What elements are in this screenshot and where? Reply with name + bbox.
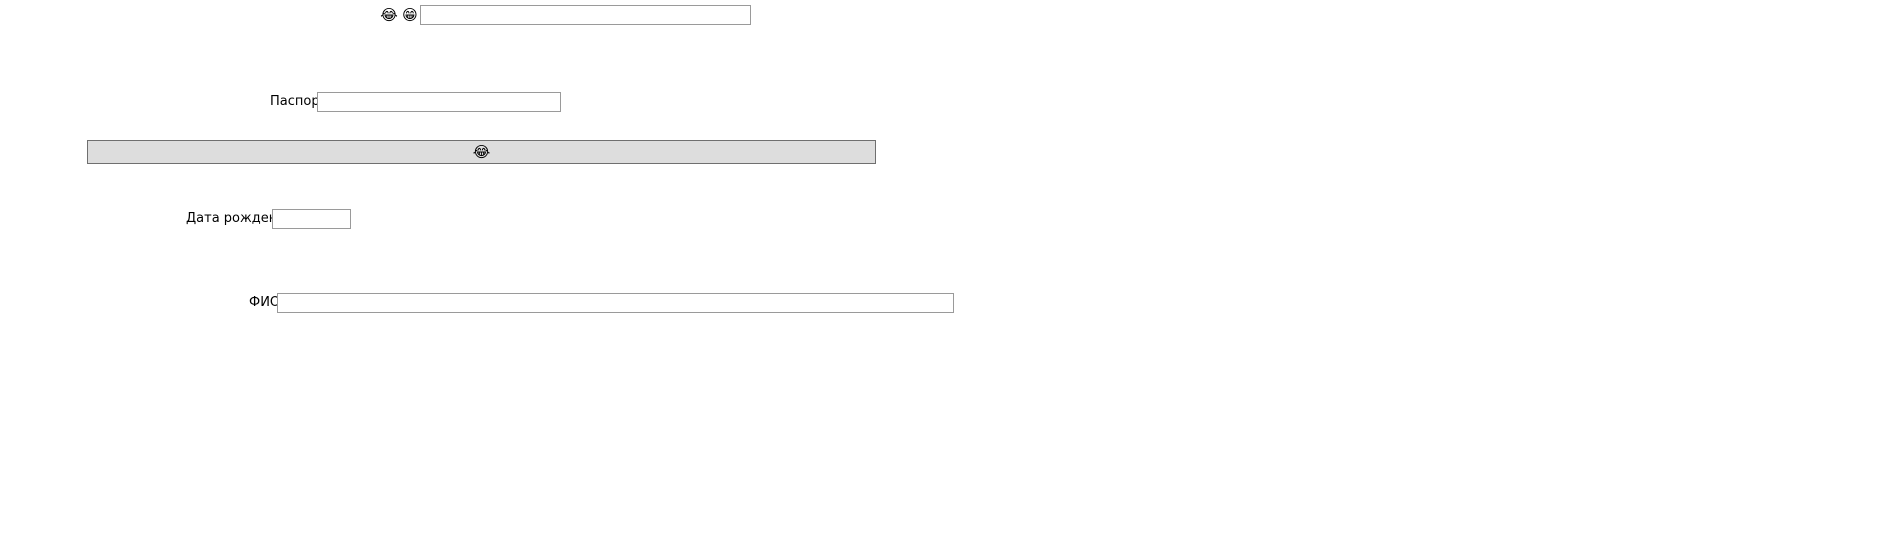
- passport-input[interactable]: [317, 92, 561, 112]
- full-name-label: ФИО: [249, 295, 281, 310]
- laughing-tears-face-icon: 😂: [380, 6, 398, 24]
- grinning-face-icon: 😁: [402, 6, 418, 24]
- laughing-tears-face-icon: 😂: [472, 143, 491, 161]
- emoji-action-button[interactable]: 😂: [87, 140, 876, 164]
- birth-date-input[interactable]: [272, 209, 351, 229]
- top-text-input[interactable]: [420, 5, 751, 25]
- full-name-input[interactable]: [277, 293, 954, 313]
